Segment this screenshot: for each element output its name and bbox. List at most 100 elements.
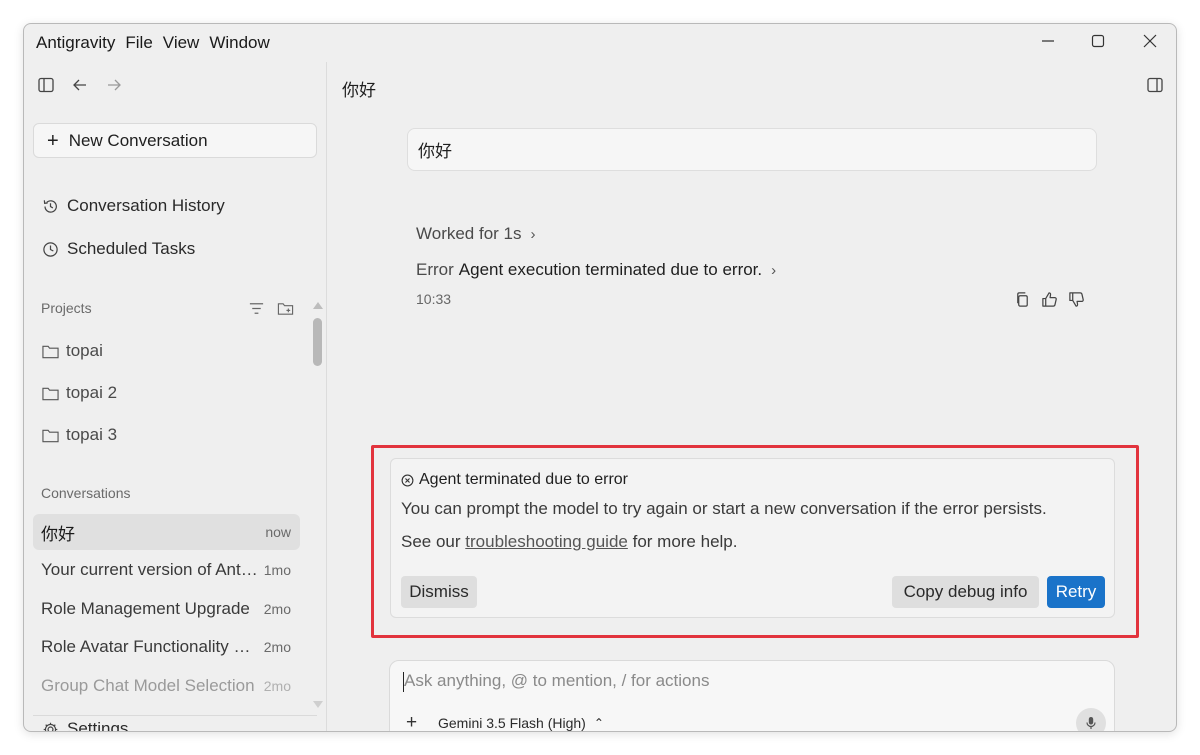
plus-icon: + — [47, 129, 59, 152]
conversation-title-header: 你好 — [342, 81, 376, 100]
project-label: topai 2 — [66, 383, 118, 402]
error-card-title: Agent terminated due to error — [401, 471, 628, 489]
right-panel-icon — [1147, 77, 1163, 93]
conversation-time: 1mo — [263, 562, 291, 578]
conversation-time: 2mo — [263, 601, 291, 617]
add-attachment-button[interactable]: + — [406, 712, 417, 731]
conversation-item-active[interactable]: 你好 now — [33, 514, 300, 550]
scheduled-tasks-label: Scheduled Tasks — [67, 239, 196, 258]
minimize-icon — [1042, 40, 1054, 42]
message-composer[interactable]: Ask anything, @ to mention, / for action… — [389, 660, 1115, 731]
forward-button[interactable] — [104, 75, 124, 95]
folder-icon — [42, 429, 59, 442]
message-timestamp: 10:33 — [416, 291, 452, 307]
thumbs-down-icon[interactable] — [1068, 291, 1085, 308]
minimize-button[interactable] — [1025, 24, 1071, 58]
chevron-right-icon: › — [771, 261, 777, 279]
menu-antigravity[interactable]: Antigravity — [36, 33, 115, 53]
model-name: Gemini 3.5 Flash (High) — [438, 715, 586, 731]
projects-toolbar — [248, 300, 294, 317]
model-selector[interactable]: Gemini 3.5 Flash (High) ⌃ — [438, 715, 604, 731]
title-bar: Antigravity File View Window — [24, 24, 1176, 62]
menu-bar: Antigravity File View Window — [36, 33, 280, 53]
error-card-title-text: Agent terminated due to error — [419, 471, 629, 488]
new-folder-icon[interactable] — [277, 300, 294, 317]
scheduled-tasks-item[interactable]: Scheduled Tasks — [42, 239, 195, 259]
error-card-body: You can prompt the model to try again or… — [401, 499, 1047, 518]
conversation-title: Your current version of Antigravity is o… — [41, 560, 258, 579]
scroll-up-arrow[interactable] — [313, 302, 323, 309]
conversation-title: Role Management Upgrade — [41, 599, 250, 618]
arrow-left-icon — [73, 79, 86, 91]
chevron-right-icon: › — [530, 225, 536, 243]
dismiss-button[interactable]: Dismiss — [401, 576, 477, 608]
clock-icon — [43, 241, 58, 257]
menu-view[interactable]: View — [163, 33, 200, 53]
microphone-icon — [1086, 717, 1096, 729]
settings-item[interactable]: Settings — [42, 719, 129, 732]
folder-icon — [42, 387, 59, 400]
new-conversation-button[interactable]: + New Conversation — [33, 123, 317, 158]
error-circle-icon — [401, 474, 414, 486]
folder-icon — [42, 345, 59, 358]
user-message: 你好 — [407, 128, 1097, 171]
copy-icon[interactable] — [1014, 291, 1031, 308]
maximize-button[interactable] — [1075, 24, 1121, 58]
microphone-button[interactable] — [1076, 708, 1106, 731]
projects-heading: Projects — [41, 300, 92, 316]
message-actions — [1014, 291, 1085, 308]
conversation-item[interactable]: Group Chat Model Selection 2mo — [33, 668, 300, 704]
error-prefix: Error — [416, 260, 454, 279]
chevron-up-icon: ⌃ — [593, 716, 604, 730]
project-label: topai — [66, 341, 103, 360]
arrow-right-icon — [108, 79, 121, 91]
toggle-sidebar-button[interactable] — [36, 75, 56, 95]
close-icon — [1143, 34, 1157, 48]
close-button[interactable] — [1127, 24, 1173, 58]
user-message-text: 你好 — [418, 142, 452, 161]
conversation-history-label: Conversation History — [67, 196, 225, 215]
project-item[interactable]: topai 2 — [42, 383, 117, 403]
project-item[interactable]: topai 3 — [42, 425, 117, 445]
filter-icon[interactable] — [248, 300, 265, 317]
error-message: Agent execution terminated due to error. — [458, 260, 763, 279]
gear-icon — [43, 722, 58, 731]
menu-file[interactable]: File — [125, 33, 152, 53]
menu-window[interactable]: Window — [209, 33, 269, 53]
settings-label: Settings — [67, 719, 129, 732]
help-prefix: See our — [401, 532, 461, 551]
error-card: Agent terminated due to error You can pr… — [390, 458, 1115, 618]
retry-button[interactable]: Retry — [1047, 576, 1105, 608]
app-window: Antigravity File View Window + New Conve… — [23, 23, 1177, 732]
sidebar: + New Conversation Conversation History … — [24, 62, 327, 732]
back-button[interactable] — [70, 75, 90, 95]
conversation-time: now — [265, 524, 291, 540]
thumbs-up-icon[interactable] — [1041, 291, 1058, 308]
scroll-down-arrow[interactable] — [313, 701, 323, 708]
sidebar-toolbar — [36, 75, 124, 95]
conversation-time: 2mo — [263, 678, 291, 694]
toggle-right-panel-button[interactable] — [1146, 76, 1164, 99]
error-card-help: See our troubleshooting guide for more h… — [401, 532, 737, 552]
composer-input[interactable]: Ask anything, @ to mention, / for action… — [404, 671, 709, 691]
new-conversation-label: New Conversation — [68, 130, 208, 150]
error-details-toggle[interactable]: Error Agent execution terminated due to … — [416, 260, 776, 280]
worked-for-toggle[interactable]: Worked for 1s › — [416, 224, 536, 244]
conversation-item[interactable]: Role Avatar Functionality Update 2mo — [33, 629, 300, 665]
sidebar-divider — [33, 715, 317, 716]
conversation-history-item[interactable]: Conversation History — [42, 196, 225, 216]
worked-for-text: Worked for 1s — [416, 224, 522, 243]
copy-debug-info-button[interactable]: Copy debug info — [892, 576, 1039, 608]
help-suffix: for more help. — [632, 532, 738, 551]
conversation-title: Role Avatar Functionality Update — [41, 637, 258, 656]
history-icon — [43, 199, 57, 213]
troubleshooting-guide-link[interactable]: troubleshooting guide — [465, 532, 628, 551]
conversations-heading: Conversations — [41, 485, 131, 501]
conversation-title: Group Chat Model Selection — [41, 676, 255, 695]
conversation-item[interactable]: Role Management Upgrade 2mo — [33, 591, 300, 627]
conversation-time: 2mo — [263, 639, 291, 655]
main-panel: 你好 你好 Worked for 1s › Error Agent execut… — [328, 62, 1176, 731]
sidebar-scrollbar-thumb[interactable] — [313, 318, 322, 366]
project-item[interactable]: topai — [42, 341, 103, 361]
conversation-item[interactable]: Your current version of Antigravity is o… — [33, 552, 300, 588]
